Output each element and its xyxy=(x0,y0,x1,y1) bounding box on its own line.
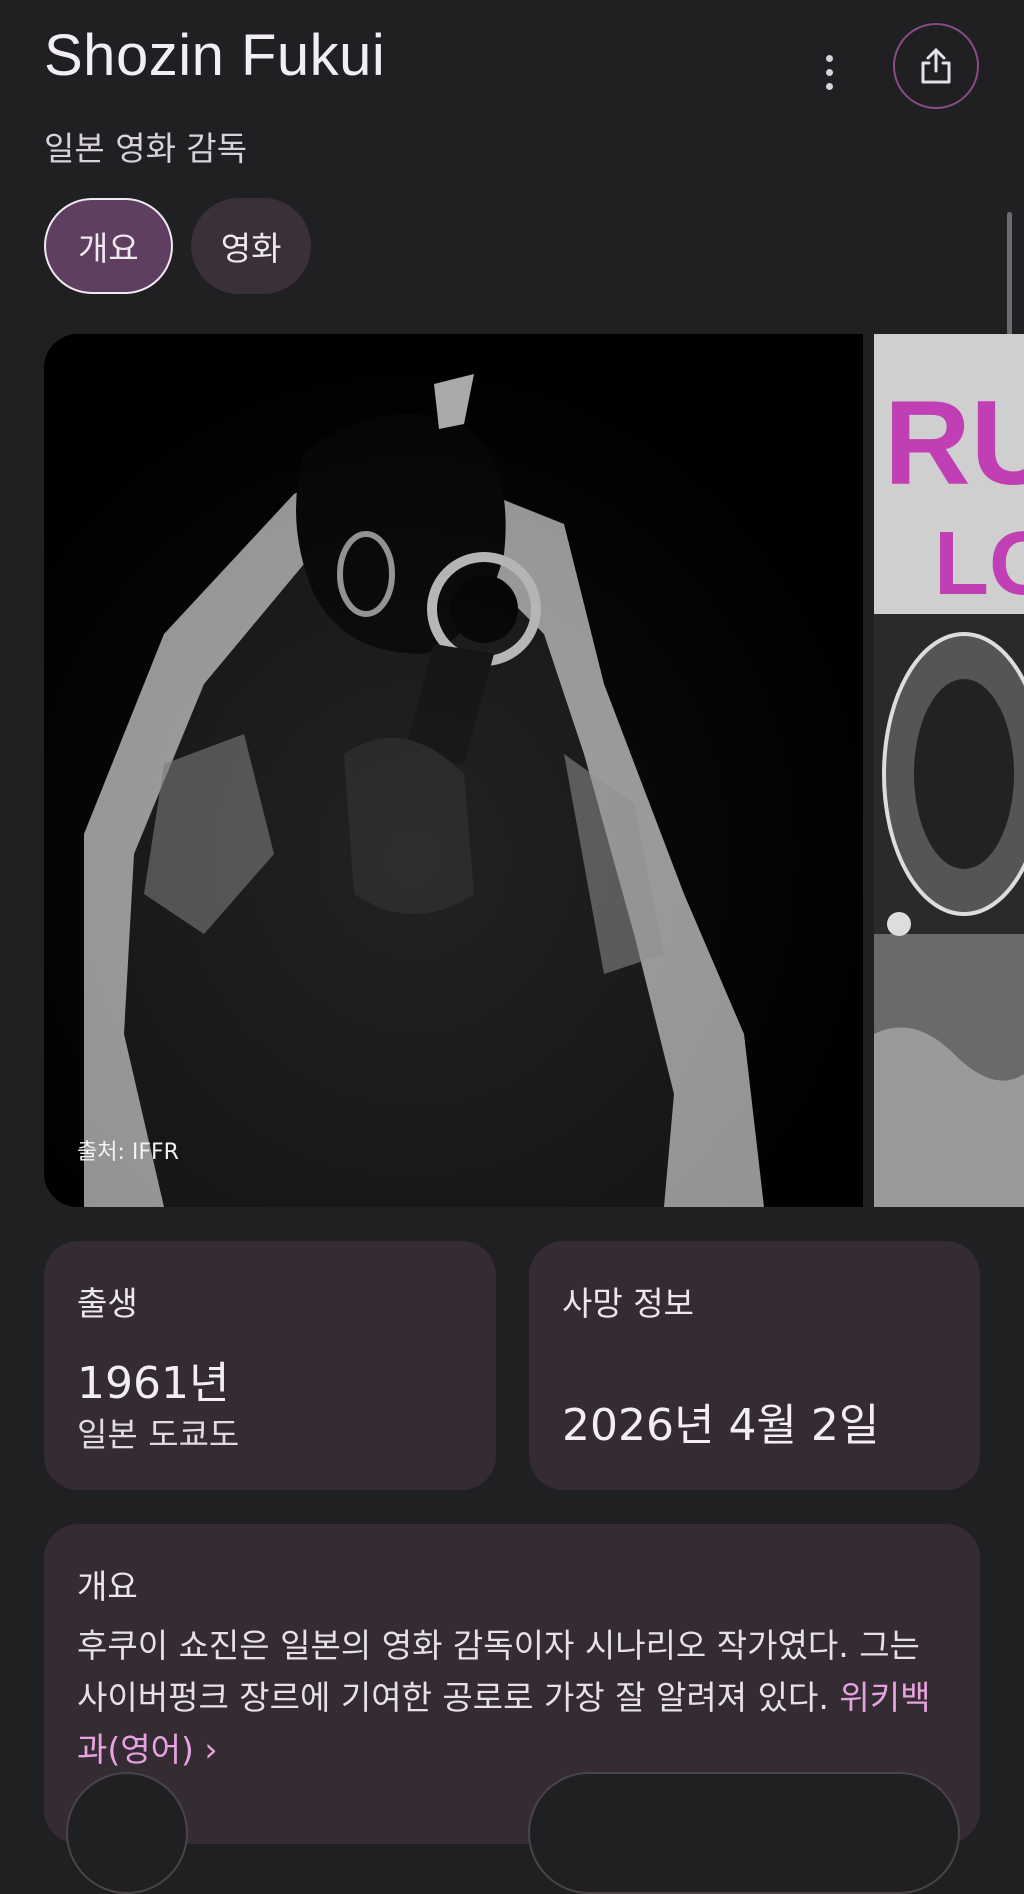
page-subtitle: 일본 영화 감독 xyxy=(44,129,248,168)
movie-poster-image[interactable]: RU LO xyxy=(874,334,1024,1207)
director-photo[interactable]: 출처: IFFR xyxy=(44,334,863,1207)
death-card[interactable]: 사망 정보 2026년 4월 2일 xyxy=(529,1241,980,1490)
more-vert-icon xyxy=(825,54,833,62)
page-title: Shozin Fukui xyxy=(44,23,386,88)
death-date: 2026년 4월 2일 xyxy=(562,1400,880,1451)
tab-movies[interactable]: 영화 xyxy=(190,198,312,294)
gas-mask-figure-image xyxy=(44,334,863,1207)
share-button[interactable] xyxy=(893,23,979,109)
overview-body: 후쿠이 쇼진은 일본의 영화 감독이자 시나리오 작가였다. 그는 사이버펑크 … xyxy=(77,1626,920,1717)
bottom-round-button[interactable] xyxy=(66,1772,188,1894)
tab-bar: 개요 영화 xyxy=(44,198,312,294)
image-carousel[interactable]: 출처: IFFR RU LO xyxy=(44,334,1024,1207)
svg-text:RU: RU xyxy=(884,376,1024,510)
overview-text: 후쿠이 쇼진은 일본의 영화 감독이자 시나리오 작가였다. 그는 사이버펑크 … xyxy=(77,1620,957,1776)
bottom-pill-button[interactable] xyxy=(528,1772,960,1894)
more-options-button[interactable] xyxy=(806,46,852,98)
born-card[interactable]: 출생 1961년 일본 도쿄도 xyxy=(44,1241,496,1490)
death-label: 사망 정보 xyxy=(562,1284,694,1323)
born-label: 출생 xyxy=(77,1284,138,1323)
image-source-caption: 출처: IFFR xyxy=(77,1140,179,1165)
poster-illustration-image: RU LO xyxy=(874,334,1024,1207)
born-year: 1961년 xyxy=(77,1358,230,1409)
chevron-right-icon: › xyxy=(204,1730,218,1769)
share-icon xyxy=(921,48,951,84)
tab-overview[interactable]: 개요 xyxy=(44,198,173,294)
svg-text:LO: LO xyxy=(934,514,1024,614)
overview-label: 개요 xyxy=(77,1567,138,1606)
born-place: 일본 도쿄도 xyxy=(77,1415,240,1454)
